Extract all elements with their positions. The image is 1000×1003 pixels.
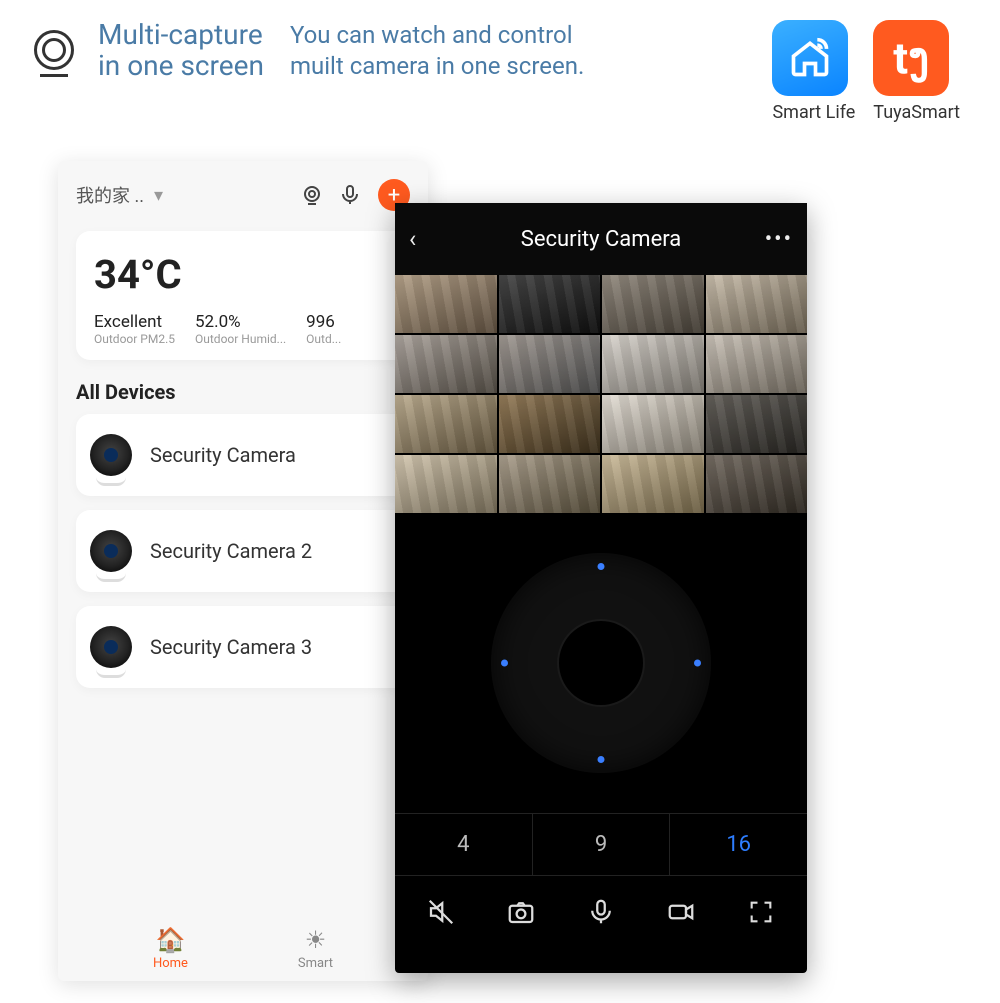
smart-icon: ☀	[298, 926, 333, 954]
device-card[interactable]: Security Camera 2	[76, 510, 410, 592]
ptz-up[interactable]	[598, 563, 605, 570]
camera-device-icon	[90, 434, 132, 476]
home-screen: 我的家 .. ▾ + 34°C ExcellentOutdoor PM2.5 5…	[58, 161, 428, 981]
camera-feed-tile[interactable]	[602, 455, 704, 513]
weather-card[interactable]: 34°C ExcellentOutdoor PM2.5 52.0%Outdoor…	[76, 231, 410, 360]
header-subtitle-block: You can watch and control muilt camera i…	[284, 20, 584, 82]
camera-feed-tile[interactable]	[602, 395, 704, 453]
talk-mic-icon[interactable]	[583, 894, 619, 930]
camera-feed-tile[interactable]	[499, 335, 601, 393]
page-title: Security Camera	[521, 227, 681, 252]
camera-feed-tile[interactable]	[499, 275, 601, 333]
camera-outline-icon	[30, 26, 78, 74]
more-menu-button[interactable]: •••	[765, 227, 793, 252]
smart-life-icon	[772, 20, 848, 96]
grid-split-selector: 4 9 16	[395, 813, 807, 876]
device-card[interactable]: Security Camera	[76, 414, 410, 496]
badge-label: Smart Life	[772, 102, 855, 123]
ptz-right[interactable]	[694, 660, 701, 667]
camera-feed-tile[interactable]	[706, 395, 808, 453]
fullscreen-icon[interactable]	[743, 894, 779, 930]
ptz-center-button[interactable]	[559, 621, 643, 705]
mic-icon[interactable]	[336, 181, 364, 209]
marketing-header: Multi-capture in one screen You can watc…	[0, 0, 1000, 133]
camera-feed-tile[interactable]	[706, 335, 808, 393]
tab-home[interactable]: 🏠 Home	[153, 926, 188, 971]
home-icon: 🏠	[153, 926, 188, 954]
camera-feed-tile[interactable]	[395, 335, 497, 393]
all-devices-heading: All Devices	[76, 380, 410, 404]
camera-device-icon	[90, 530, 132, 572]
camera-feed-tile[interactable]	[602, 275, 704, 333]
camera-feed-tile[interactable]	[602, 335, 704, 393]
ptz-left[interactable]	[501, 660, 508, 667]
tuya-smart-icon: tງ	[873, 20, 949, 96]
badge-label: TuyaSmart	[873, 102, 960, 123]
header-sub: You can watch and control	[290, 20, 584, 51]
split-option-4[interactable]: 4	[395, 814, 532, 875]
camera-feed-tile[interactable]	[395, 455, 497, 513]
camera-feed-tile[interactable]	[706, 275, 808, 333]
temperature: 34°C	[94, 251, 392, 298]
header-title: Multi-capture	[98, 20, 264, 51]
ptz-dpad[interactable]	[491, 553, 711, 773]
app-badges: Smart Life tງ TuyaSmart	[772, 20, 970, 123]
header-title: in one screen	[98, 51, 264, 82]
camera-feed-tile[interactable]	[395, 275, 497, 333]
camera-multiview-screen: ‹ Security Camera •••	[395, 203, 807, 973]
header-title-block: Multi-capture in one screen	[98, 20, 264, 82]
camera-feed-tile[interactable]	[395, 395, 497, 453]
camera-shortcut-icon[interactable]	[298, 181, 326, 209]
tab-smart[interactable]: ☀ Smart	[298, 926, 333, 971]
camera-device-icon	[90, 626, 132, 668]
record-icon[interactable]	[663, 894, 699, 930]
back-button[interactable]: ‹	[409, 225, 416, 253]
home-dropdown[interactable]: 我的家 ..	[76, 182, 144, 208]
header-sub: muilt camera in one screen.	[290, 51, 584, 82]
camera-feed-tile[interactable]	[499, 455, 601, 513]
split-option-16[interactable]: 16	[669, 814, 807, 875]
camera-feed-tile[interactable]	[706, 455, 808, 513]
camera-feed-tile[interactable]	[499, 395, 601, 453]
device-card[interactable]: Security Camera 3	[76, 606, 410, 688]
camera-grid[interactable]	[395, 275, 807, 513]
mute-icon[interactable]	[423, 894, 459, 930]
split-option-9[interactable]: 9	[532, 814, 670, 875]
snapshot-icon[interactable]	[503, 894, 539, 930]
ptz-down[interactable]	[598, 756, 605, 763]
